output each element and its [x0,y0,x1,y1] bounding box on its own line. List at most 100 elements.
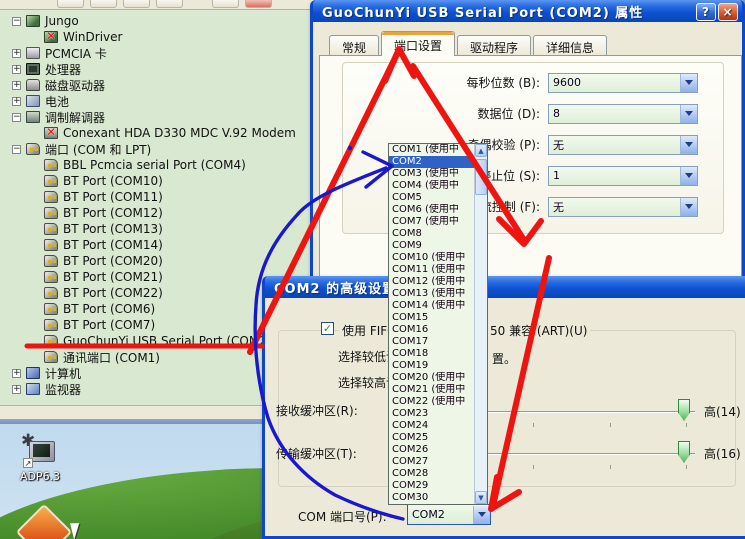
tree-item[interactable]: BBL Pcmcia serial Port (COM4) [0,157,314,173]
chevron-down-icon[interactable] [680,136,697,154]
field-combo[interactable]: 无 [548,197,698,217]
help-button[interactable]: ? [696,3,716,21]
com-port-option[interactable]: COM22 (使用中 [389,396,475,408]
com-port-option[interactable]: COM6 (使用中 [389,204,475,216]
port-icon [26,143,40,155]
expand-icon[interactable]: + [12,65,21,74]
battery-icon [26,95,40,107]
tree-item-label: BBL Pcmcia serial Port (COM4) [63,158,246,172]
com-port-option[interactable]: COM4 (使用中 [389,180,475,192]
toolbar-button[interactable] [90,0,117,8]
collapse-icon[interactable]: − [12,113,21,122]
expand-icon[interactable]: + [12,385,21,394]
scrollbar-thumb[interactable] [475,159,487,195]
port-icon [44,287,58,299]
tree-item-label: Conexant HDA D330 MDC V.92 Modem [63,126,296,140]
close-icon[interactable]: × [718,3,738,21]
com-port-option[interactable]: COM24 [389,420,475,432]
tab-port-settings[interactable]: 端口设置 [381,31,455,56]
advanced-titlebar[interactable]: COM2 的高级设置 [265,276,745,298]
expand-icon[interactable]: + [12,369,21,378]
scroll-up-icon[interactable]: ▲ [475,144,487,157]
tree-item-label: 端口 (COM 和 LPT) [45,141,151,158]
com-port-option[interactable]: COM8 [389,228,475,240]
com-port-option[interactable]: COM30 [389,492,475,504]
tab-details[interactable]: 详细信息 [533,35,607,56]
expand-icon[interactable]: + [12,49,21,58]
com-port-option[interactable]: COM17 [389,336,475,348]
com-port-option[interactable]: COM3 (使用中 [389,168,475,180]
com-port-combo[interactable]: COM2 [407,504,491,525]
com-port-option[interactable]: COM18 [389,348,475,360]
chevron-down-icon[interactable] [680,167,697,185]
field-combo[interactable]: 1 [548,166,698,186]
tree-item-label: BT Port (COM7) [63,318,155,332]
field-combo[interactable]: 8 [548,104,698,124]
com-port-option[interactable]: COM11 (使用中 [389,264,475,276]
tree-item[interactable]: Conexant HDA D330 MDC V.92 Modem [0,125,314,141]
transmit-buffer-value: 高(16) [701,445,744,462]
com-port-option[interactable]: COM12 (使用中 [389,276,475,288]
com-port-option[interactable]: COM7 (使用中 [389,216,475,228]
com-port-option[interactable]: COM13 (使用中 [389,288,475,300]
tree-item[interactable]: BT Port (COM14) [0,237,314,253]
chevron-down-icon[interactable] [680,74,697,92]
tree-item[interactable]: +处理器 [0,61,314,77]
properties-titlebar[interactable]: GuoChunYi USB Serial Port (COM2) 属性 ? × [313,0,742,22]
toolbar-button[interactable] [123,0,150,8]
scroll-down-icon[interactable]: ▼ [475,491,487,504]
com-port-option[interactable]: COM15 [389,312,475,324]
com-port-option[interactable]: COM21 (使用中 [389,384,475,396]
tree-item[interactable]: − 端口 (COM 和 LPT) [0,141,314,157]
tree-item-label: 计算机 [45,365,81,382]
field-combo[interactable]: 无 [548,135,698,155]
tree-item[interactable]: BT Port (COM12) [0,205,314,221]
desktop-icon-adp[interactable]: ✱ ↗ ADP6.3 [8,436,72,483]
toolbar-button[interactable] [212,0,239,8]
toolbar-button[interactable] [156,0,183,8]
com-port-option[interactable]: COM20 (使用中 [389,372,475,384]
tree-item[interactable]: −调制解调器 [0,109,314,125]
tree-item[interactable]: BT Port (COM20) [0,253,314,269]
tree-item[interactable]: WinDriver [0,29,314,45]
tree-item[interactable]: BT Port (COM10) [0,173,314,189]
tree-item[interactable]: +磁盘驱动器 [0,77,314,93]
com-port-option[interactable]: COM29 [389,480,475,492]
chevron-down-icon[interactable] [680,198,697,216]
chevron-down-icon[interactable] [473,506,490,524]
use-fifo-checkbox[interactable]: ✓ [321,322,334,335]
collapse-icon[interactable]: − [12,17,21,26]
chevron-down-icon[interactable] [680,105,697,123]
com-port-option[interactable]: COM26 [389,444,475,456]
tab-driver[interactable]: 驱动程序 [457,35,531,56]
expand-icon[interactable]: + [12,97,21,106]
tree-item[interactable]: +电池 [0,93,314,109]
tree-item[interactable]: BT Port (COM11) [0,189,314,205]
com-port-option[interactable]: COM1 (使用中 [389,144,475,156]
tree-item-label: 监视器 [45,381,81,398]
toolbar-button-uninstall[interactable] [245,0,272,8]
com-port-option[interactable]: COM2 [389,156,475,168]
com-port-option[interactable]: COM23 [389,408,475,420]
tab-general[interactable]: 常规 [329,35,379,56]
com-port-option[interactable]: COM9 [389,240,475,252]
computer-icon [26,367,40,379]
com-port-option[interactable]: COM14 (使用中 [389,300,475,312]
com-port-option[interactable]: COM10 (使用中 [389,252,475,264]
field-combo[interactable]: 9600 [548,73,698,93]
com-port-option[interactable]: COM5 [389,192,475,204]
com-port-option[interactable]: COM25 [389,432,475,444]
port-icon [44,319,58,331]
com-port-option[interactable]: COM27 [389,456,475,468]
com-port-option[interactable]: COM19 [389,360,475,372]
tree-item[interactable]: −Jungo [0,13,314,29]
expand-icon[interactable]: + [12,81,21,90]
dropdown-scrollbar[interactable]: ▲ ▼ [474,144,487,504]
com-port-option[interactable]: COM16 [389,324,475,336]
toolbar-button[interactable] [57,0,84,8]
tree-item[interactable]: BT Port (COM13) [0,221,314,237]
fifo-label-fragment: 50 兼容 (ART)(U) [487,322,590,339]
collapse-icon[interactable]: − [12,145,21,154]
tree-item[interactable]: +PCMCIA 卡 [0,45,314,61]
com-port-option[interactable]: COM28 [389,468,475,480]
